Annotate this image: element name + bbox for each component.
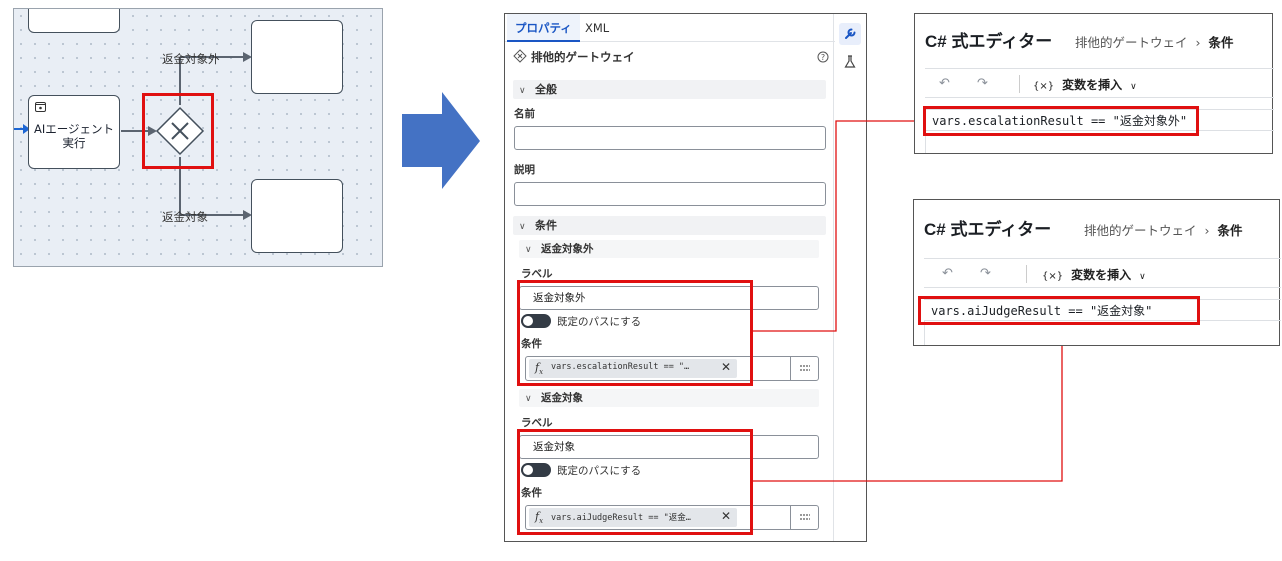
path1-highlight — [517, 280, 753, 386]
toolbar-separator — [1019, 75, 1020, 93]
gateway-highlight — [142, 93, 214, 169]
path1-expression-editor-button[interactable] — [790, 357, 818, 380]
description-input[interactable] — [514, 182, 826, 206]
redo-icon[interactable]: ↷ — [980, 266, 991, 281]
chevron-down-icon: ∨ — [525, 394, 532, 404]
flask-icon — [844, 55, 856, 68]
path2-expression-editor-button[interactable] — [790, 506, 818, 529]
panel-side-rail — [833, 14, 866, 541]
editor2-toolbar: ↶ ↷ {×} 変数を挿入 ∨ — [924, 258, 1281, 288]
toolbar-separator — [1026, 265, 1027, 283]
editor2-breadcrumb: 排他的ゲートウェイ › 条件 — [1084, 223, 1243, 238]
undo-icon[interactable]: ↶ — [939, 76, 950, 91]
editor1-code-highlight — [923, 106, 1199, 136]
csharp-expression-editor-2: C# 式エディター 排他的ゲートウェイ › 条件 ↶ ↷ {×} 変数を挿入 ∨ v… — [913, 199, 1281, 346]
chevron-down-icon: ∨ — [1139, 272, 1146, 282]
chevron-down-icon: ∨ — [1130, 82, 1137, 92]
path1-label-title: ラベル — [521, 268, 553, 280]
wrench-icon — [845, 28, 856, 39]
help-icon[interactable]: ? — [817, 51, 829, 63]
properties-panel: プロパティ XML 排他的ゲートウェイ ? ∨全般 名前 説明 ∨条件 ∨ — [504, 13, 867, 542]
expression-editor-icon — [800, 365, 810, 371]
description-label: 説明 — [514, 164, 535, 176]
ai-agent-task-label: AIエージェント 実行 — [33, 122, 115, 150]
flask-button[interactable] — [839, 51, 861, 73]
editor2-title: C# 式エディター — [924, 220, 1052, 239]
path-header-refund[interactable]: ∨ 返金対象 — [519, 389, 819, 407]
tab-xml[interactable]: XML — [577, 14, 617, 42]
name-label: 名前 — [514, 108, 535, 120]
top-target-task[interactable] — [251, 20, 343, 94]
editor1-toolbar: ↶ ↷ {×} 変数を挿入 ∨ — [925, 68, 1274, 98]
redo-icon[interactable]: ↷ — [977, 76, 988, 91]
variable-icon: {×} — [1033, 81, 1055, 92]
wrench-button[interactable] — [839, 23, 861, 45]
element-type-header: 排他的ゲートウェイ — [513, 49, 635, 65]
csharp-expression-editor-1: C# 式エディター 排他的ゲートウェイ › 条件 ↶ ↷ {×} 変数を挿入 ∨ v… — [914, 13, 1274, 154]
ai-agent-task[interactable]: AIエージェント 実行 — [28, 95, 120, 169]
section-conditions[interactable]: ∨ 条件 — [513, 216, 826, 235]
path2-highlight — [517, 429, 753, 535]
svg-text:?: ? — [821, 53, 825, 62]
edge-label-top[interactable]: 返金対象外 — [162, 51, 220, 67]
path2-label-title: ラベル — [521, 417, 553, 429]
variable-icon: {×} — [1042, 271, 1064, 282]
bpmn-canvas[interactable]: AIエージェント 実行 返金対象外 返金対象 — [13, 8, 383, 267]
chevron-down-icon: ∨ — [519, 86, 526, 96]
big-right-arrow — [402, 92, 480, 189]
agent-task-icon — [35, 102, 46, 112]
panel-tabbar: プロパティ XML — [505, 14, 835, 42]
section-general[interactable]: ∨ 全般 — [513, 80, 826, 99]
editor1-breadcrumb: 排他的ゲートウェイ › 条件 — [1075, 35, 1234, 50]
name-input[interactable] — [514, 126, 826, 150]
chevron-down-icon: ∨ — [519, 222, 526, 232]
insert-variable-button[interactable]: {×} 変数を挿入 ∨ — [1033, 76, 1137, 93]
previous-task[interactable] — [28, 9, 120, 33]
bottom-target-task[interactable] — [251, 179, 343, 253]
gateway-type-icon — [513, 49, 527, 63]
edge-label-bottom[interactable]: 返金対象 — [162, 209, 208, 225]
editor1-title: C# 式エディター — [925, 32, 1053, 51]
undo-icon[interactable]: ↶ — [942, 266, 953, 281]
expression-editor-icon — [800, 514, 810, 520]
insert-variable-button[interactable]: {×} 変数を挿入 ∨ — [1042, 266, 1146, 283]
path-header-not-refund[interactable]: ∨ 返金対象外 — [519, 240, 819, 258]
chevron-down-icon: ∨ — [525, 245, 532, 255]
tab-properties[interactable]: プロパティ — [507, 14, 580, 42]
editor2-code-highlight — [918, 296, 1200, 325]
